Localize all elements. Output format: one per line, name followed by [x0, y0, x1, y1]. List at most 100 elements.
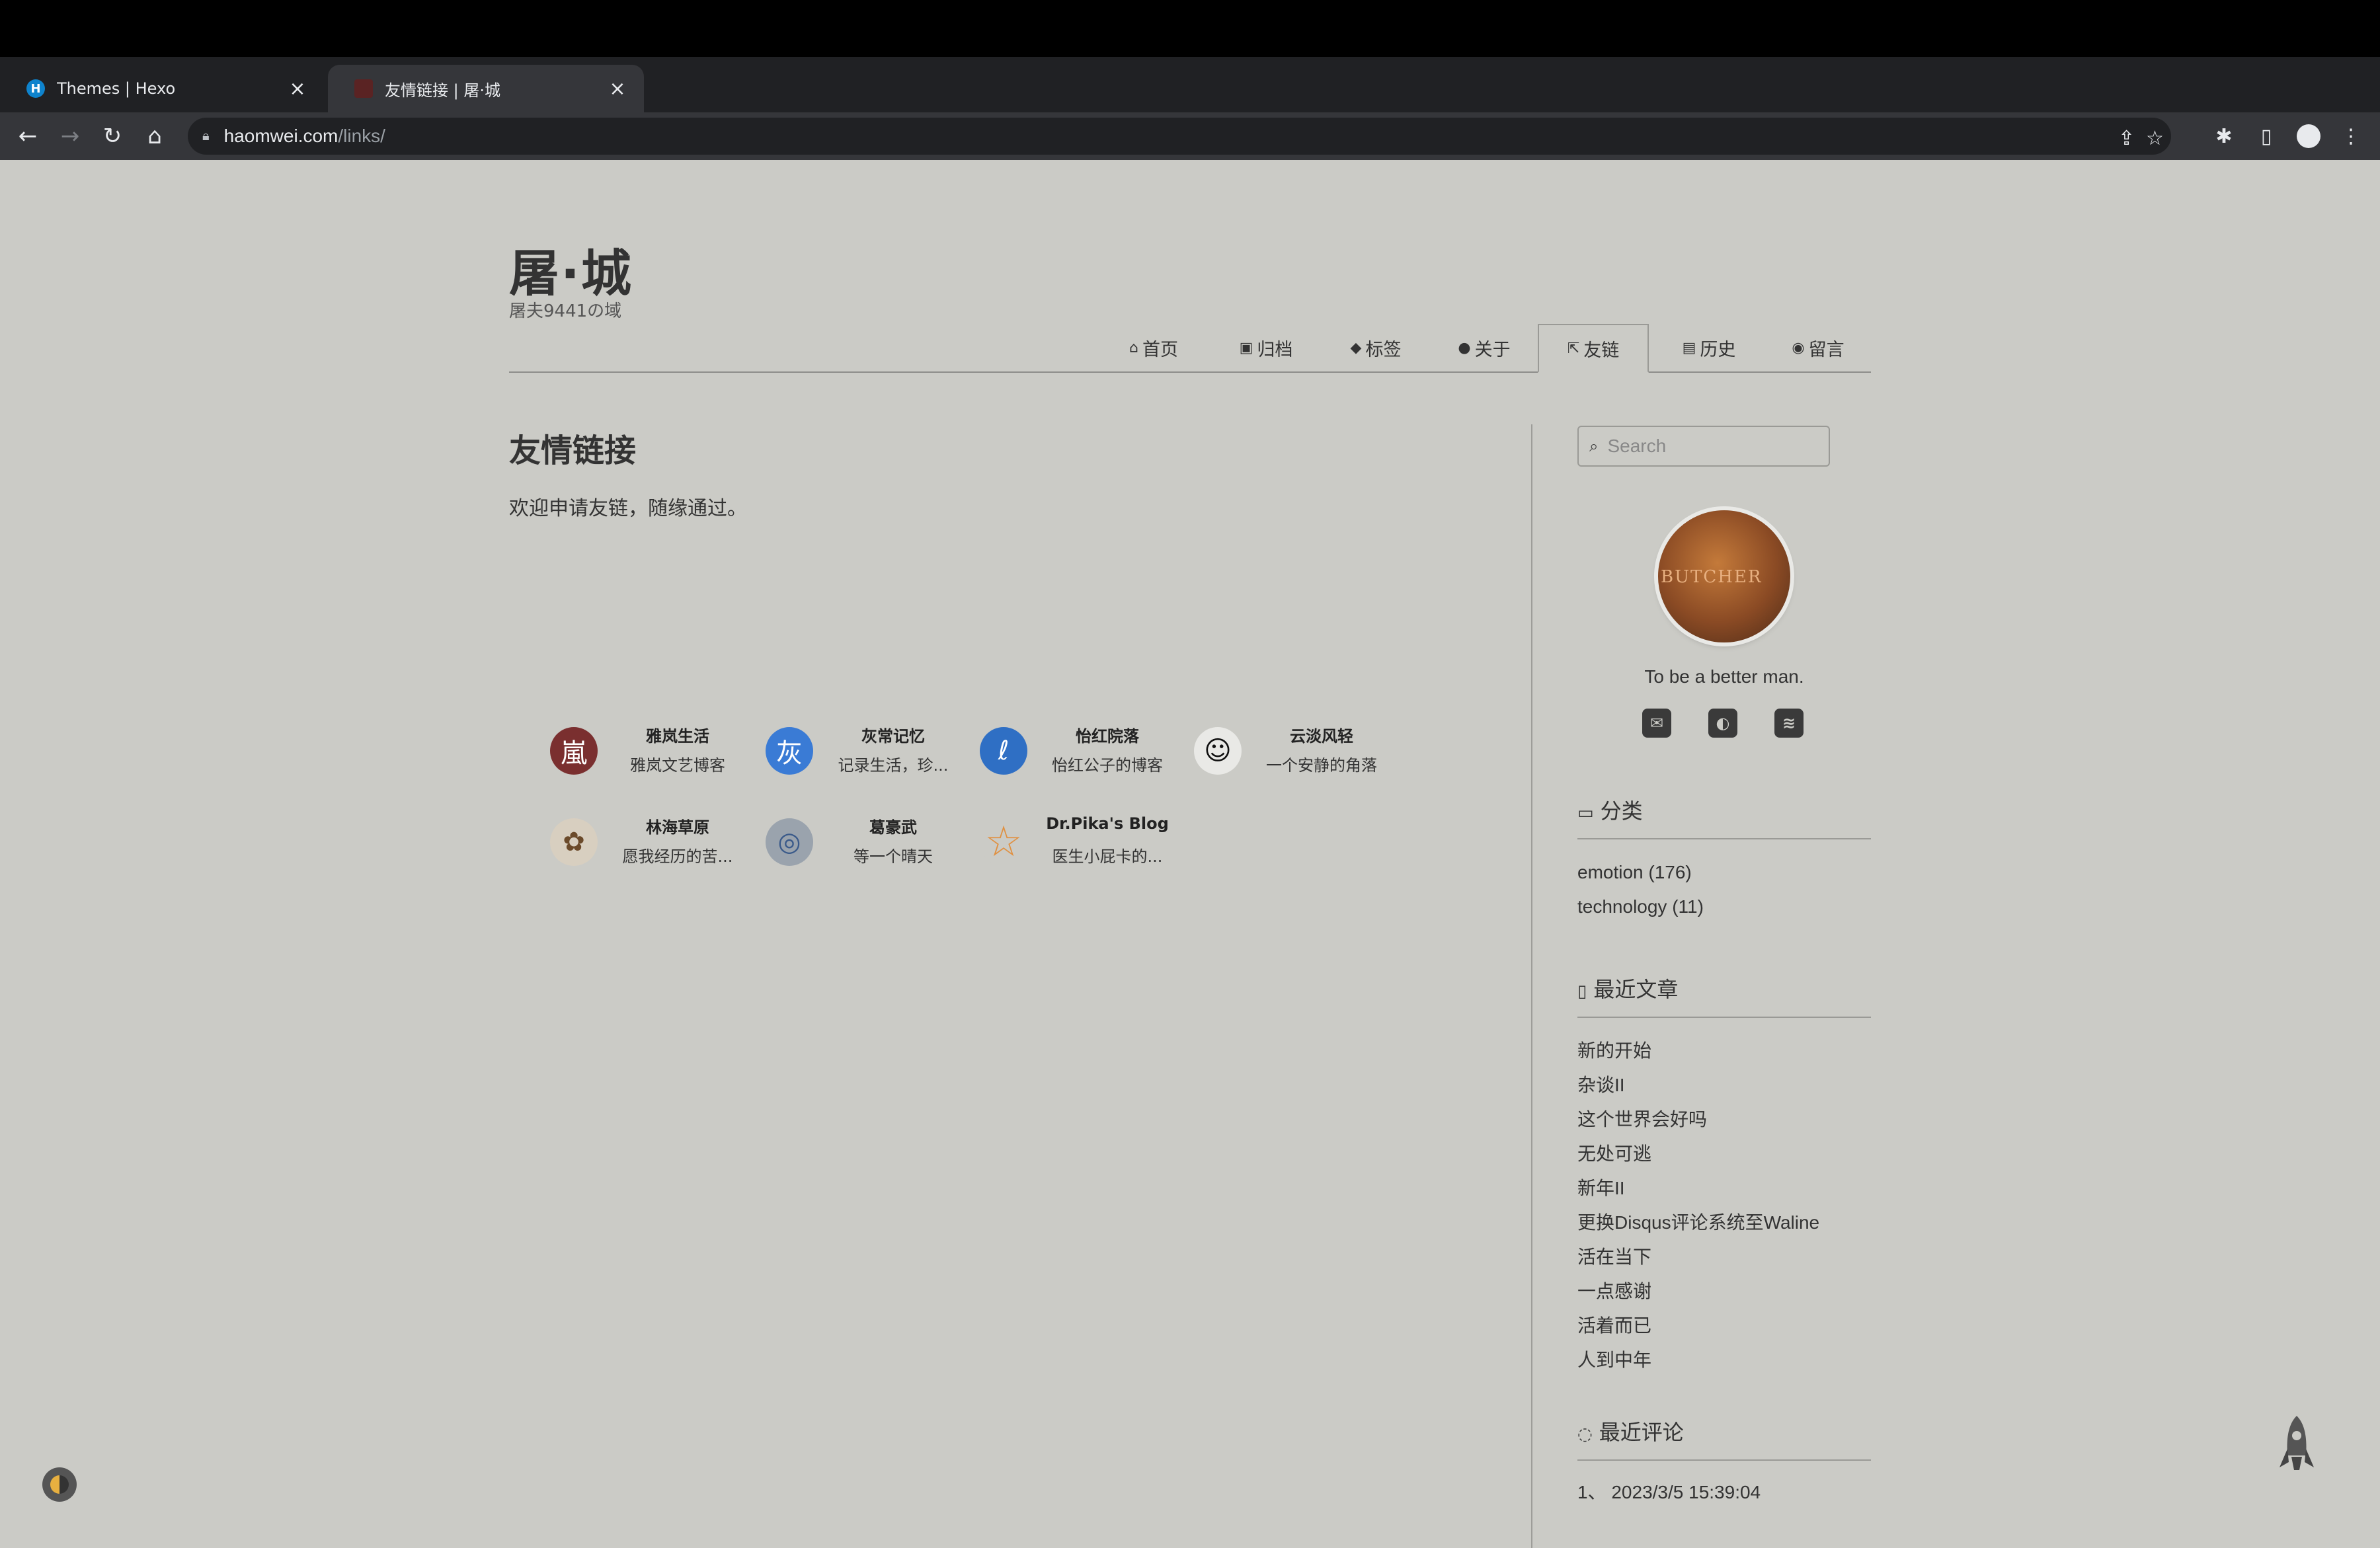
address-bar[interactable]: 🔒︎ haomwei.com/links/ ⇪ ☆	[188, 118, 2171, 155]
bookmark-star-icon[interactable]: ☆	[2146, 127, 2164, 150]
recent-post-link[interactable]: 新年II	[1577, 1171, 1871, 1206]
nav-tags[interactable]: ◆ 标签	[1339, 324, 1412, 371]
friend-link-card[interactable]: ✿ 林海草原 愿我经历的苦...	[550, 806, 748, 872]
browser-toolbar: ← → ↻ ⌂ 🔒︎ haomwei.com/links/ ⇪ ☆ ✱ ▯ ⋮	[0, 112, 2380, 160]
web-page: 屠·城 屠夫9441の域 ⌂ 首页 ▣ 归档 ◆ 标签 ● 关于 ⇱ 友链 ▤ 历史 ◉ 留言…	[0, 160, 2380, 1548]
nav-history[interactable]: ▤ 历史	[1673, 324, 1745, 371]
nav-archive[interactable]: ▣ 归档	[1230, 324, 1302, 371]
tab-strip: H Themes | Hexo × 友情链接 | 屠·城 × + ⌄	[0, 57, 2380, 160]
friend-avatar: ℓ	[980, 727, 1027, 775]
site-title[interactable]: 屠·城	[509, 233, 633, 305]
user-icon: ●	[1458, 339, 1471, 356]
intro-text: 欢迎申请友链，随缘通过。	[509, 497, 747, 520]
browser-menu-icon[interactable]: ⋮	[2332, 112, 2369, 160]
friend-name: Dr.Pika's Blog	[1046, 814, 1169, 833]
main-navigation: ⌂ 首页 ▣ 归档 ◆ 标签 ● 关于 ⇱ 友链 ▤ 历史 ◉ 留言	[509, 324, 1871, 373]
nav-links[interactable]: ⇱ 友链	[1538, 324, 1649, 373]
recent-post-link[interactable]: 这个世界会好吗	[1577, 1103, 1871, 1137]
friend-name: 葛豪武	[869, 818, 917, 837]
hexo-favicon-icon: H	[26, 79, 45, 98]
recent-post-link[interactable]: 新的开始	[1577, 1034, 1871, 1068]
recent-comments-list: 1、 2023/3/5 15:39:04	[1577, 1475, 1871, 1510]
back-arrow-icon[interactable]: ←	[9, 112, 46, 160]
nav-label: 友链	[1583, 340, 1620, 361]
url-domain: haomwei.com	[223, 126, 338, 146]
nav-about[interactable]: ● 关于	[1448, 324, 1521, 371]
friend-link-card[interactable]: ◎ 葛豪武 等一个晴天	[766, 806, 964, 872]
recent-post-link[interactable]: 更换Disqus评论系统至Waline	[1577, 1206, 1871, 1240]
recent-post-link[interactable]: 人到中年	[1577, 1343, 1871, 1377]
category-link[interactable]: technology (11)	[1577, 890, 1871, 924]
recent-post-link[interactable]: 活在当下	[1577, 1240, 1871, 1274]
friend-link-card[interactable]: ☺ 云淡风轻 一个安静的角落	[1194, 715, 1392, 781]
mail-icon[interactable]: ✉	[1642, 709, 1671, 738]
friend-link-card[interactable]: 灰 灰常记忆 记录生活，珍...	[766, 715, 964, 781]
recent-comments-heading: ◌ 最近评论	[1577, 1416, 1871, 1461]
close-tab-icon[interactable]: ×	[287, 77, 308, 100]
avatar-logo-text: BUTCHER	[1661, 567, 1763, 587]
forward-arrow-icon[interactable]: →	[52, 112, 89, 160]
tab-themes-hexo[interactable]: H Themes | Hexo ×	[0, 65, 324, 112]
friend-name: 林海草原	[646, 818, 709, 837]
search-box[interactable]: ⌕	[1577, 426, 1830, 467]
friend-description: 记录生活，珍...	[838, 756, 949, 775]
nav-label: 标签	[1365, 339, 1402, 360]
friend-avatar: ✿	[550, 818, 598, 866]
recent-comment-item[interactable]: 1、 2023/3/5 15:39:04	[1577, 1475, 1871, 1510]
friend-avatar: ◎	[766, 818, 813, 866]
content-sidebar-divider	[1531, 424, 1532, 1548]
github-icon[interactable]: ◐	[1708, 709, 1737, 738]
os-menu-bar	[0, 0, 2380, 57]
friend-link-card[interactable]: 嵐 雅岚生活 雅岚文艺博客	[550, 715, 748, 781]
folder-icon: ▭	[1577, 803, 1594, 823]
profile-avatar-button[interactable]	[2290, 112, 2327, 160]
recent-post-link[interactable]: 一点感谢	[1577, 1274, 1871, 1309]
profile-motto: To be a better man.	[1644, 666, 1804, 687]
friend-name: 怡红院落	[1076, 727, 1139, 746]
category-link[interactable]: emotion (176)	[1577, 855, 1871, 890]
extensions-puzzle-icon[interactable]: ✱	[2205, 112, 2242, 160]
profile-avatar: BUTCHER	[1658, 510, 1790, 642]
recent-posts-heading: ▯ 最近文章	[1577, 973, 1871, 1018]
friend-avatar: 灰	[766, 727, 813, 775]
lock-icon: 🔒︎	[202, 128, 210, 143]
reload-icon[interactable]: ↻	[94, 112, 131, 160]
archive-icon: ▣	[1239, 339, 1253, 356]
categories-title: 分类	[1600, 798, 1643, 824]
categories-list: emotion (176) technology (11)	[1577, 855, 1871, 924]
friend-avatar: ☺	[1194, 727, 1242, 775]
side-panel-icon[interactable]: ▯	[2248, 112, 2285, 160]
friend-link-card[interactable]: ☆ Dr.Pika's Blog 医生小屁卡的...	[980, 806, 1178, 872]
share-icon[interactable]: ⇪	[2118, 127, 2135, 150]
friend-link-card[interactable]: ℓ 怡红院落 怡红公子的博客	[980, 715, 1178, 781]
nav-label: 留言	[1808, 339, 1844, 360]
friend-avatar: ☆	[980, 818, 1027, 866]
home-icon[interactable]: ⌂	[136, 112, 173, 160]
recent-post-link[interactable]: 无处可逃	[1577, 1137, 1871, 1171]
friend-description: 愿我经历的苦...	[622, 847, 733, 866]
nav-label: 首页	[1142, 339, 1178, 360]
recent-comments-title: 最近评论	[1599, 1420, 1684, 1445]
search-input[interactable]	[1606, 435, 1807, 457]
nav-home[interactable]: ⌂ 首页	[1117, 324, 1190, 371]
comment-icon: ◌	[1577, 1424, 1593, 1444]
back-to-top-rocket-icon[interactable]	[2278, 1414, 2315, 1481]
site-subtitle: 屠夫9441の域	[509, 301, 622, 321]
file-icon: ▯	[1577, 982, 1587, 1001]
theme-toggle-button[interactable]	[42, 1467, 77, 1502]
friend-description: 等一个晴天	[853, 847, 933, 866]
recent-post-link[interactable]: 活着而已	[1577, 1309, 1871, 1343]
nav-guestbook[interactable]: ◉ 留言	[1778, 324, 1858, 371]
tab-title: 友情链接 | 屠·城	[385, 81, 500, 100]
home-icon: ⌂	[1129, 339, 1138, 356]
tab-links-page[interactable]: 友情链接 | 屠·城 ×	[328, 65, 644, 112]
friend-name: 雅岚生活	[646, 727, 709, 746]
tag-icon: ◆	[1350, 339, 1362, 356]
close-tab-icon[interactable]: ×	[607, 77, 628, 100]
friend-name: 灰常记忆	[861, 727, 925, 746]
rss-icon[interactable]: ≋	[1774, 709, 1804, 738]
friend-name: 云淡风轻	[1290, 727, 1353, 746]
site-favicon-icon	[354, 79, 373, 98]
half-moon-icon	[50, 1475, 69, 1494]
recent-post-link[interactable]: 杂谈II	[1577, 1068, 1871, 1103]
